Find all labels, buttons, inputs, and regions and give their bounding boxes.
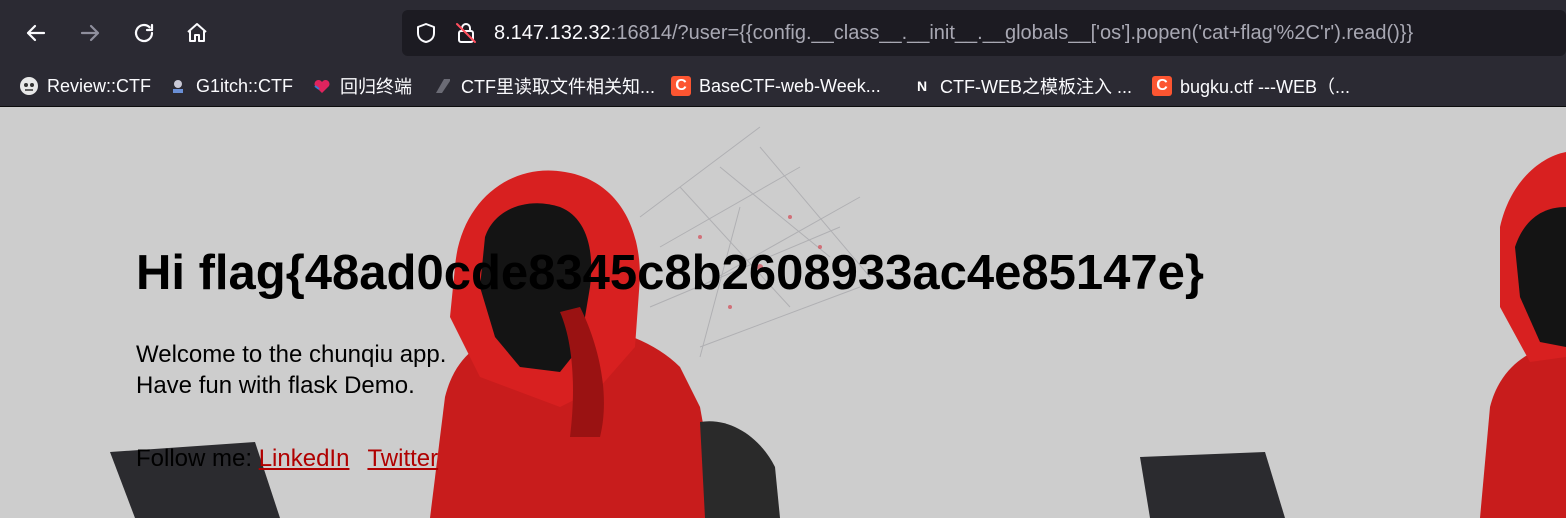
- linkedin-link[interactable]: LinkedIn: [259, 445, 350, 472]
- back-button[interactable]: [19, 16, 53, 50]
- bookmarks-bar: Review::CTF G1itch::CTF 回归终端 CTF里读取文件相关知…: [0, 66, 1566, 107]
- bookmark-basectf[interactable]: C BaseCTF-web-Week...: [671, 72, 881, 100]
- bookmark-ctf-template-injection[interactable]: N CTF-WEB之模板注入 ...: [912, 72, 1132, 100]
- follow-label: Follow me:: [136, 445, 259, 472]
- url-host: 8.147.132.32: [494, 22, 611, 44]
- home-button[interactable]: [180, 16, 214, 50]
- browser-toolbar: 8.147.132.32:16814/?user={{config.__clas…: [0, 0, 1566, 66]
- terminal-heart-icon: [312, 76, 332, 96]
- page-heading: Hi flag{48ad0cde8345c8b2608933ac4e85147e…: [136, 246, 1204, 300]
- insecure-lock-icon[interactable]: [454, 21, 478, 45]
- review-icon: [19, 76, 39, 96]
- welcome-text: Welcome to the chunqiu app. Have fun with…: [136, 339, 446, 401]
- reload-icon: [134, 23, 154, 43]
- g1itch-icon: [168, 76, 188, 96]
- welcome-line: Welcome to the chunqiu app.: [136, 341, 447, 368]
- forward-button[interactable]: [73, 16, 107, 50]
- page-icon: [433, 76, 453, 96]
- bookmark-label: G1itch::CTF: [196, 75, 294, 96]
- bookmark-review-ctf[interactable]: Review::CTF: [19, 72, 151, 100]
- bookmark-ctf-file-read[interactable]: CTF里读取文件相关知...: [433, 72, 655, 100]
- bookmark-label: CTF-WEB之模板注入 ...: [940, 77, 1132, 97]
- home-icon: [187, 23, 207, 42]
- notion-icon: N: [916, 78, 928, 94]
- url-path: :16814/?user={{config.__class__.__init__…: [610, 22, 1414, 44]
- reload-button[interactable]: [127, 16, 161, 50]
- bookmark-label: bugku.ctf ---WEB（...: [1180, 77, 1351, 97]
- page-viewport: Hi flag{48ad0cde8345c8b2608933ac4e85147e…: [0, 107, 1566, 518]
- address-bar[interactable]: 8.147.132.32:16814/?user={{config.__clas…: [402, 10, 1566, 56]
- bookmark-g1itch-ctf[interactable]: G1itch::CTF: [168, 72, 293, 100]
- bookmark-label: Review::CTF: [47, 75, 152, 96]
- csdn-icon: C: [671, 76, 691, 96]
- arrow-left-icon: [26, 24, 46, 42]
- url-text[interactable]: 8.147.132.32:16814/?user={{config.__clas…: [494, 22, 1413, 45]
- flask-line: Have fun with flask Demo.: [136, 372, 415, 399]
- follow-line: Follow me: LinkedIn Twitter: [136, 445, 438, 473]
- shield-icon[interactable]: [414, 21, 438, 45]
- bookmark-label: 回归终端: [340, 77, 412, 97]
- twitter-link[interactable]: Twitter: [367, 445, 438, 472]
- arrow-right-icon: [80, 24, 100, 42]
- bookmark-label: CTF里读取文件相关知...: [461, 77, 655, 97]
- bookmark-terminal[interactable]: 回归终端: [312, 72, 412, 100]
- bookmark-label: BaseCTF-web-Week...: [699, 75, 881, 96]
- csdn-icon: C: [1152, 76, 1172, 96]
- bookmark-bugku[interactable]: C bugku.ctf ---WEB（...: [1152, 72, 1350, 100]
